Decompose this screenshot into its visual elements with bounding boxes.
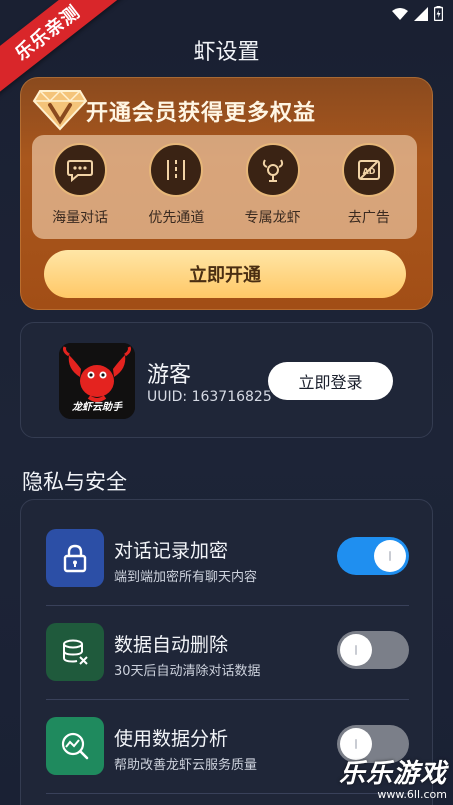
vip-title: 开通会员获得更多权益 xyxy=(86,101,317,126)
no-ads-icon: AD xyxy=(341,143,396,197)
toggle-knob xyxy=(374,540,406,572)
setting-description: 帮助改善龙虾云服务质量 xyxy=(114,758,258,773)
vip-diamond-icon xyxy=(32,83,88,131)
perk-item: 海量对话 xyxy=(35,143,125,227)
database-delete-icon xyxy=(46,623,104,681)
perk-item: AD 去广告 xyxy=(324,143,414,227)
section-title-privacy: 隐私与安全 xyxy=(22,470,127,494)
perk-label: 去广告 xyxy=(347,210,390,226)
perk-label: 海量对话 xyxy=(52,210,109,226)
setting-row-auto-delete: 数据自动删除 30天后自动清除对话数据 xyxy=(21,594,434,688)
battery-icon xyxy=(434,6,443,21)
user-uuid: UUID: 163716825 xyxy=(147,389,272,405)
setting-title: 使用数据分析 xyxy=(114,728,229,750)
watermark: 乐乐游戏 www.6ll.com xyxy=(329,753,447,801)
lanes-icon xyxy=(149,143,204,197)
perk-label: 专属龙虾 xyxy=(244,210,301,226)
login-button[interactable]: 立即登录 xyxy=(268,362,393,400)
setting-title: 数据自动删除 xyxy=(114,634,229,656)
setting-description: 端到端加密所有聊天内容 xyxy=(114,570,258,585)
toggle-knob xyxy=(340,634,372,666)
lock-icon xyxy=(46,529,104,587)
open-vip-button[interactable]: 立即开通 xyxy=(44,250,406,298)
watermark-title: 乐乐游戏 xyxy=(338,759,447,789)
vip-card: 开通会员获得更多权益 海量对话 优先通道 专属龙虾 AD 去广告 立即开通 xyxy=(20,77,433,310)
user-card: 龙虾云助手 游客 UUID: 163716825 立即登录 xyxy=(20,322,433,438)
lobster-icon xyxy=(245,143,300,197)
perk-item: 优先通道 xyxy=(131,143,221,227)
user-name: 游客 xyxy=(147,363,192,388)
analytics-search-icon xyxy=(46,717,104,775)
status-icons xyxy=(392,6,443,21)
signal-icon xyxy=(414,6,428,21)
setting-row-encryption: 对话记录加密 端到端加密所有聊天内容 xyxy=(21,500,434,594)
chat-bubble-icon xyxy=(53,143,108,197)
perk-label: 优先通道 xyxy=(148,210,205,226)
auto-delete-toggle[interactable] xyxy=(337,631,409,669)
setting-title: 对话记录加密 xyxy=(114,540,229,562)
avatar-caption: 龙虾云助手 xyxy=(72,402,122,413)
page-title: 虾设置 xyxy=(193,40,260,65)
encryption-toggle[interactable] xyxy=(337,537,409,575)
avatar[interactable]: 龙虾云助手 xyxy=(59,343,135,419)
perk-item: 专属龙虾 xyxy=(228,143,318,227)
wifi-icon xyxy=(392,7,408,20)
vip-perks: 海量对话 优先通道 专属龙虾 AD 去广告 xyxy=(32,135,417,239)
setting-description: 30天后自动清除对话数据 xyxy=(114,664,261,679)
